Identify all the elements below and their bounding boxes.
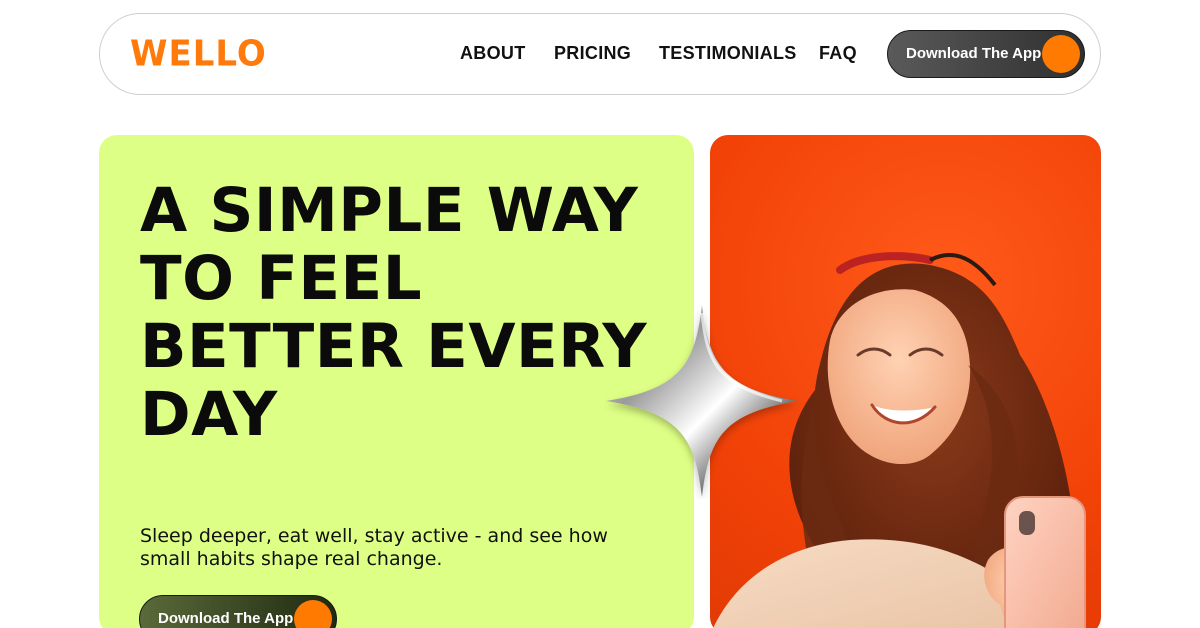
sparkle-icon <box>606 305 798 497</box>
download-app-button-hero[interactable]: Download The App <box>139 595 337 628</box>
headline-line-1: A SIMPLE WAY <box>140 175 639 246</box>
orange-dot-icon <box>1042 35 1080 73</box>
headline-line-4: DAY <box>140 379 278 450</box>
top-navbar: WELLO ABOUT PRICING TESTIMONIALS FAQ Dow… <box>99 13 1101 95</box>
nav-link-faq[interactable]: FAQ <box>819 43 857 64</box>
nav-link-about[interactable]: ABOUT <box>460 43 526 64</box>
hero-headline: A SIMPLE WAY TO FEEL BETTER EVERY DAY <box>140 177 660 449</box>
download-app-button-nav[interactable]: Download The App <box>887 30 1085 78</box>
headline-line-3: BETTER EVERY <box>140 311 648 382</box>
orange-dot-icon <box>294 600 332 628</box>
nav-link-pricing[interactable]: PRICING <box>554 43 631 64</box>
download-app-label: Download The App <box>906 45 1042 62</box>
brand-logo[interactable]: WELLO <box>130 33 267 75</box>
download-app-label: Download The App <box>158 610 294 627</box>
nav-link-testimonials[interactable]: TESTIMONIALS <box>659 43 797 64</box>
hero-subtext: Sleep deeper, eat well, stay active - an… <box>140 525 608 570</box>
headline-line-2: TO FEEL <box>140 243 423 314</box>
